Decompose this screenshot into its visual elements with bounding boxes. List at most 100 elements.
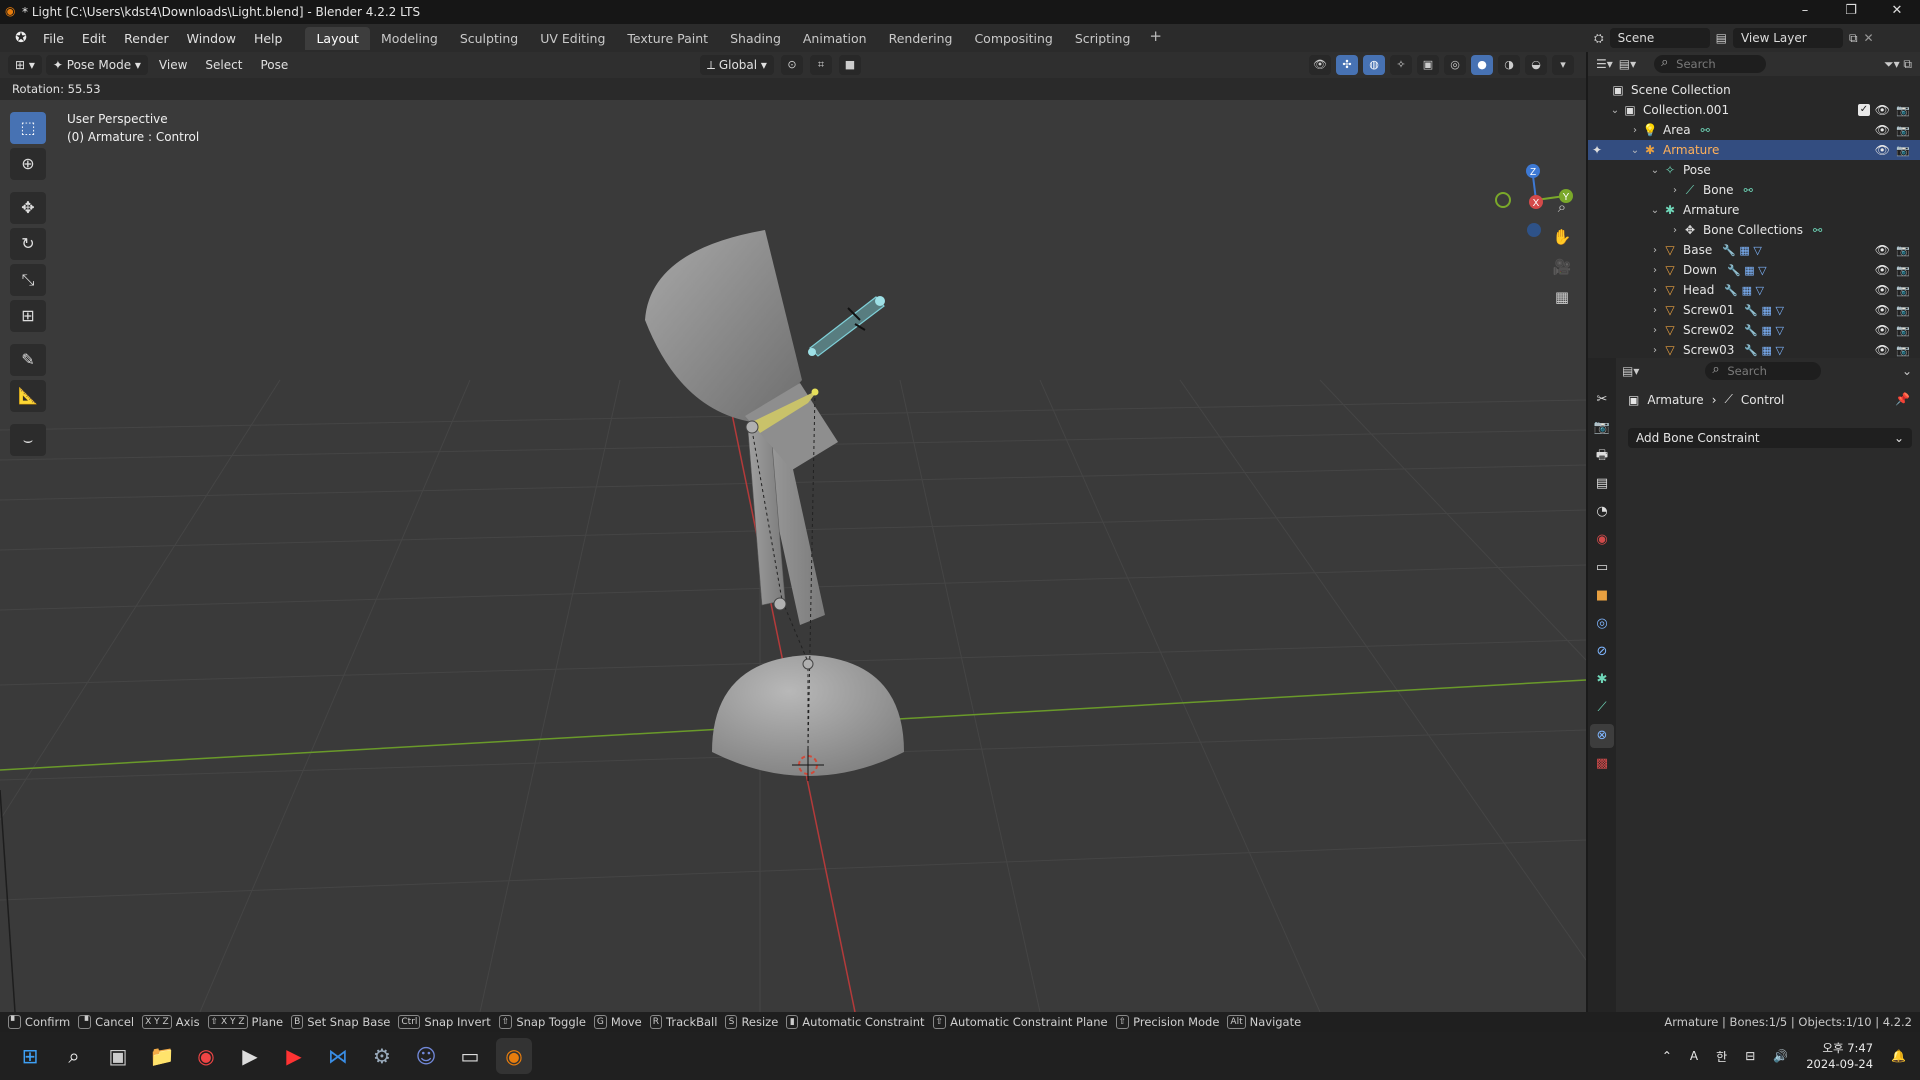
expand-icon[interactable]: ⌄: [1608, 105, 1622, 116]
outliner-row[interactable]: › ✥ Bone Collections ⚯: [1588, 220, 1920, 240]
editor-type-button[interactable]: ⊞ ▾: [8, 55, 42, 75]
outliner-row[interactable]: › ▽ Screw02 🔧 ▦ ▽ 👁 📷: [1588, 320, 1920, 340]
render-camera-icon[interactable]: 📷: [1896, 304, 1910, 317]
editor-type-icon[interactable]: ▤▾: [1622, 364, 1639, 378]
tab-shading[interactable]: Shading: [719, 27, 792, 50]
task-view-icon[interactable]: ▣: [100, 1038, 136, 1074]
rendered-shading-icon[interactable]: ◒: [1525, 55, 1547, 75]
xray-toggle-icon[interactable]: ▣: [1417, 55, 1439, 75]
eye-icon[interactable]: 👁: [1875, 303, 1890, 317]
zoom-icon[interactable]: ⌕: [1549, 194, 1575, 220]
shading-options-icon[interactable]: ▾: [1552, 55, 1574, 75]
tab-texture-paint[interactable]: Texture Paint: [616, 27, 719, 50]
expand-icon[interactable]: ›: [1628, 125, 1642, 136]
eye-icon[interactable]: 👁: [1875, 283, 1890, 297]
camera-view-icon[interactable]: 🎥: [1549, 254, 1575, 280]
snap-target-icon[interactable]: ■: [838, 55, 861, 75]
tab-rendering[interactable]: Rendering: [878, 27, 964, 50]
outliner-row[interactable]: ⌄ ▣ Collection.001 ✓ 👁 📷: [1588, 100, 1920, 120]
scale-tool-icon[interactable]: ⤡: [10, 264, 46, 296]
menu-select[interactable]: Select: [198, 55, 249, 75]
outliner-search-input[interactable]: Search: [1654, 54, 1767, 73]
expand-icon[interactable]: ›: [1648, 305, 1662, 316]
tab-layout[interactable]: Layout: [305, 26, 370, 50]
annotate-tool-icon[interactable]: ✎: [10, 344, 46, 376]
mode-dropdown[interactable]: ✦ Pose Mode ▾: [45, 55, 148, 75]
properties-search-input[interactable]: Search: [1705, 361, 1822, 380]
chrome-icon[interactable]: ◉: [188, 1038, 224, 1074]
tab-scripting[interactable]: Scripting: [1064, 27, 1142, 50]
overlay-toggle-icon[interactable]: ◍: [1363, 55, 1385, 75]
texture-tab-icon[interactable]: ▩: [1590, 752, 1614, 776]
minimize-button[interactable]: –: [1782, 0, 1828, 24]
view-layer-tab-icon[interactable]: ▤: [1590, 472, 1614, 496]
scene-tab-icon[interactable]: ◔: [1590, 500, 1614, 524]
render-camera-icon[interactable]: 📷: [1896, 284, 1910, 297]
eye-icon[interactable]: 👁: [1875, 343, 1890, 357]
rotate-tool-icon[interactable]: ↻: [10, 228, 46, 260]
outliner-row[interactable]: ⌄ ✱ Armature: [1588, 200, 1920, 220]
notification-bell-icon[interactable]: 🔔: [1891, 1049, 1906, 1063]
media-player-icon[interactable]: ▶: [232, 1038, 268, 1074]
blender-logo-icon[interactable]: ✪: [8, 29, 34, 47]
tab-sculpting[interactable]: Sculpting: [449, 27, 529, 50]
outliner-row[interactable]: ⌄ ✧ Pose: [1588, 160, 1920, 180]
vscode-icon[interactable]: ⋈: [320, 1038, 356, 1074]
outliner-row[interactable]: › ▽ Down 🔧 ▦ ▽ 👁 📷: [1588, 260, 1920, 280]
editor-type-icon[interactable]: ☰▾: [1596, 57, 1613, 71]
eye-icon[interactable]: 👁: [1875, 123, 1890, 137]
language-indicator[interactable]: 한: [1716, 1048, 1727, 1065]
expand-icon[interactable]: ›: [1648, 265, 1662, 276]
3d-viewport[interactable]: Z Y X ⊞ ▾ ✦ Pose Mode ▾ View Select Pose…: [0, 52, 1586, 1012]
file-explorer-icon[interactable]: 📁: [144, 1038, 180, 1074]
render-camera-icon[interactable]: 📷: [1896, 144, 1910, 157]
ime-indicator[interactable]: A: [1690, 1049, 1698, 1063]
menu-edit[interactable]: Edit: [73, 31, 115, 46]
outliner-row[interactable]: › ⟋ Bone ⚯: [1588, 180, 1920, 200]
add-workspace-button[interactable]: +: [1141, 27, 1170, 50]
material-shading-icon[interactable]: ◑: [1498, 55, 1520, 75]
tab-uv-editing[interactable]: UV Editing: [529, 27, 616, 50]
expand-icon[interactable]: ⌄: [1648, 205, 1662, 216]
collection-tab-icon[interactable]: ▭: [1590, 556, 1614, 580]
expand-icon[interactable]: ›: [1648, 325, 1662, 336]
move-tool-icon[interactable]: ✥: [10, 192, 46, 224]
expand-icon[interactable]: ›: [1668, 185, 1682, 196]
scene-field[interactable]: Scene: [1609, 28, 1710, 48]
render-camera-icon[interactable]: 📷: [1896, 324, 1910, 337]
select-box-tool-icon[interactable]: ⬚: [10, 112, 46, 144]
object-tab-icon[interactable]: ■: [1590, 584, 1614, 608]
menu-help[interactable]: Help: [245, 31, 292, 46]
output-tab-icon[interactable]: 🖶: [1590, 444, 1614, 468]
volume-icon[interactable]: 🔊: [1773, 1049, 1788, 1063]
pan-hand-icon[interactable]: ✋: [1549, 224, 1575, 250]
expand-icon[interactable]: ›: [1668, 225, 1682, 236]
eye-icon[interactable]: 👁: [1875, 103, 1890, 117]
wireframe-shading-icon[interactable]: ◎: [1444, 55, 1466, 75]
new-view-layer-icon[interactable]: ⧉: [1849, 31, 1858, 46]
terminal-icon[interactable]: ▭: [452, 1038, 488, 1074]
world-tab-icon[interactable]: ◉: [1590, 528, 1614, 552]
bone-overlay-icon[interactable]: ✧: [1390, 55, 1412, 75]
menu-window[interactable]: Window: [178, 31, 245, 46]
exclude-checkbox[interactable]: ✓: [1858, 104, 1870, 116]
menu-pose[interactable]: Pose: [253, 55, 295, 75]
render-tab-icon[interactable]: 📷: [1590, 416, 1614, 440]
discord-icon[interactable]: ☺: [408, 1038, 444, 1074]
outliner-row[interactable]: › ▽ Base 🔧 ▦ ▽ 👁 📷: [1588, 240, 1920, 260]
youtube-music-icon[interactable]: ▶: [276, 1038, 312, 1074]
pivot-point-icon[interactable]: ⊙: [780, 55, 803, 75]
steam-icon[interactable]: ⚙: [364, 1038, 400, 1074]
outliner-row[interactable]: › 💡 Area ⚯ 👁 📷: [1588, 120, 1920, 140]
tab-animation[interactable]: Animation: [792, 27, 878, 50]
search-icon[interactable]: ⌕: [56, 1038, 92, 1074]
outliner-row[interactable]: › ▽ Screw01 🔧 ▦ ▽ 👁 📷: [1588, 300, 1920, 320]
expand-icon[interactable]: ⌄: [1628, 145, 1642, 156]
bone-tab-icon[interactable]: ⟋: [1590, 696, 1614, 720]
tool-tab-icon[interactable]: ✂: [1590, 388, 1614, 412]
render-camera-icon[interactable]: 📷: [1896, 344, 1910, 357]
eye-icon[interactable]: 👁: [1875, 323, 1890, 337]
chevron-up-icon[interactable]: ⌃: [1662, 1049, 1672, 1063]
gizmo-toggle-icon[interactable]: ✣: [1336, 55, 1358, 75]
clock[interactable]: 오후 7:47 2024-09-24: [1806, 1040, 1873, 1072]
